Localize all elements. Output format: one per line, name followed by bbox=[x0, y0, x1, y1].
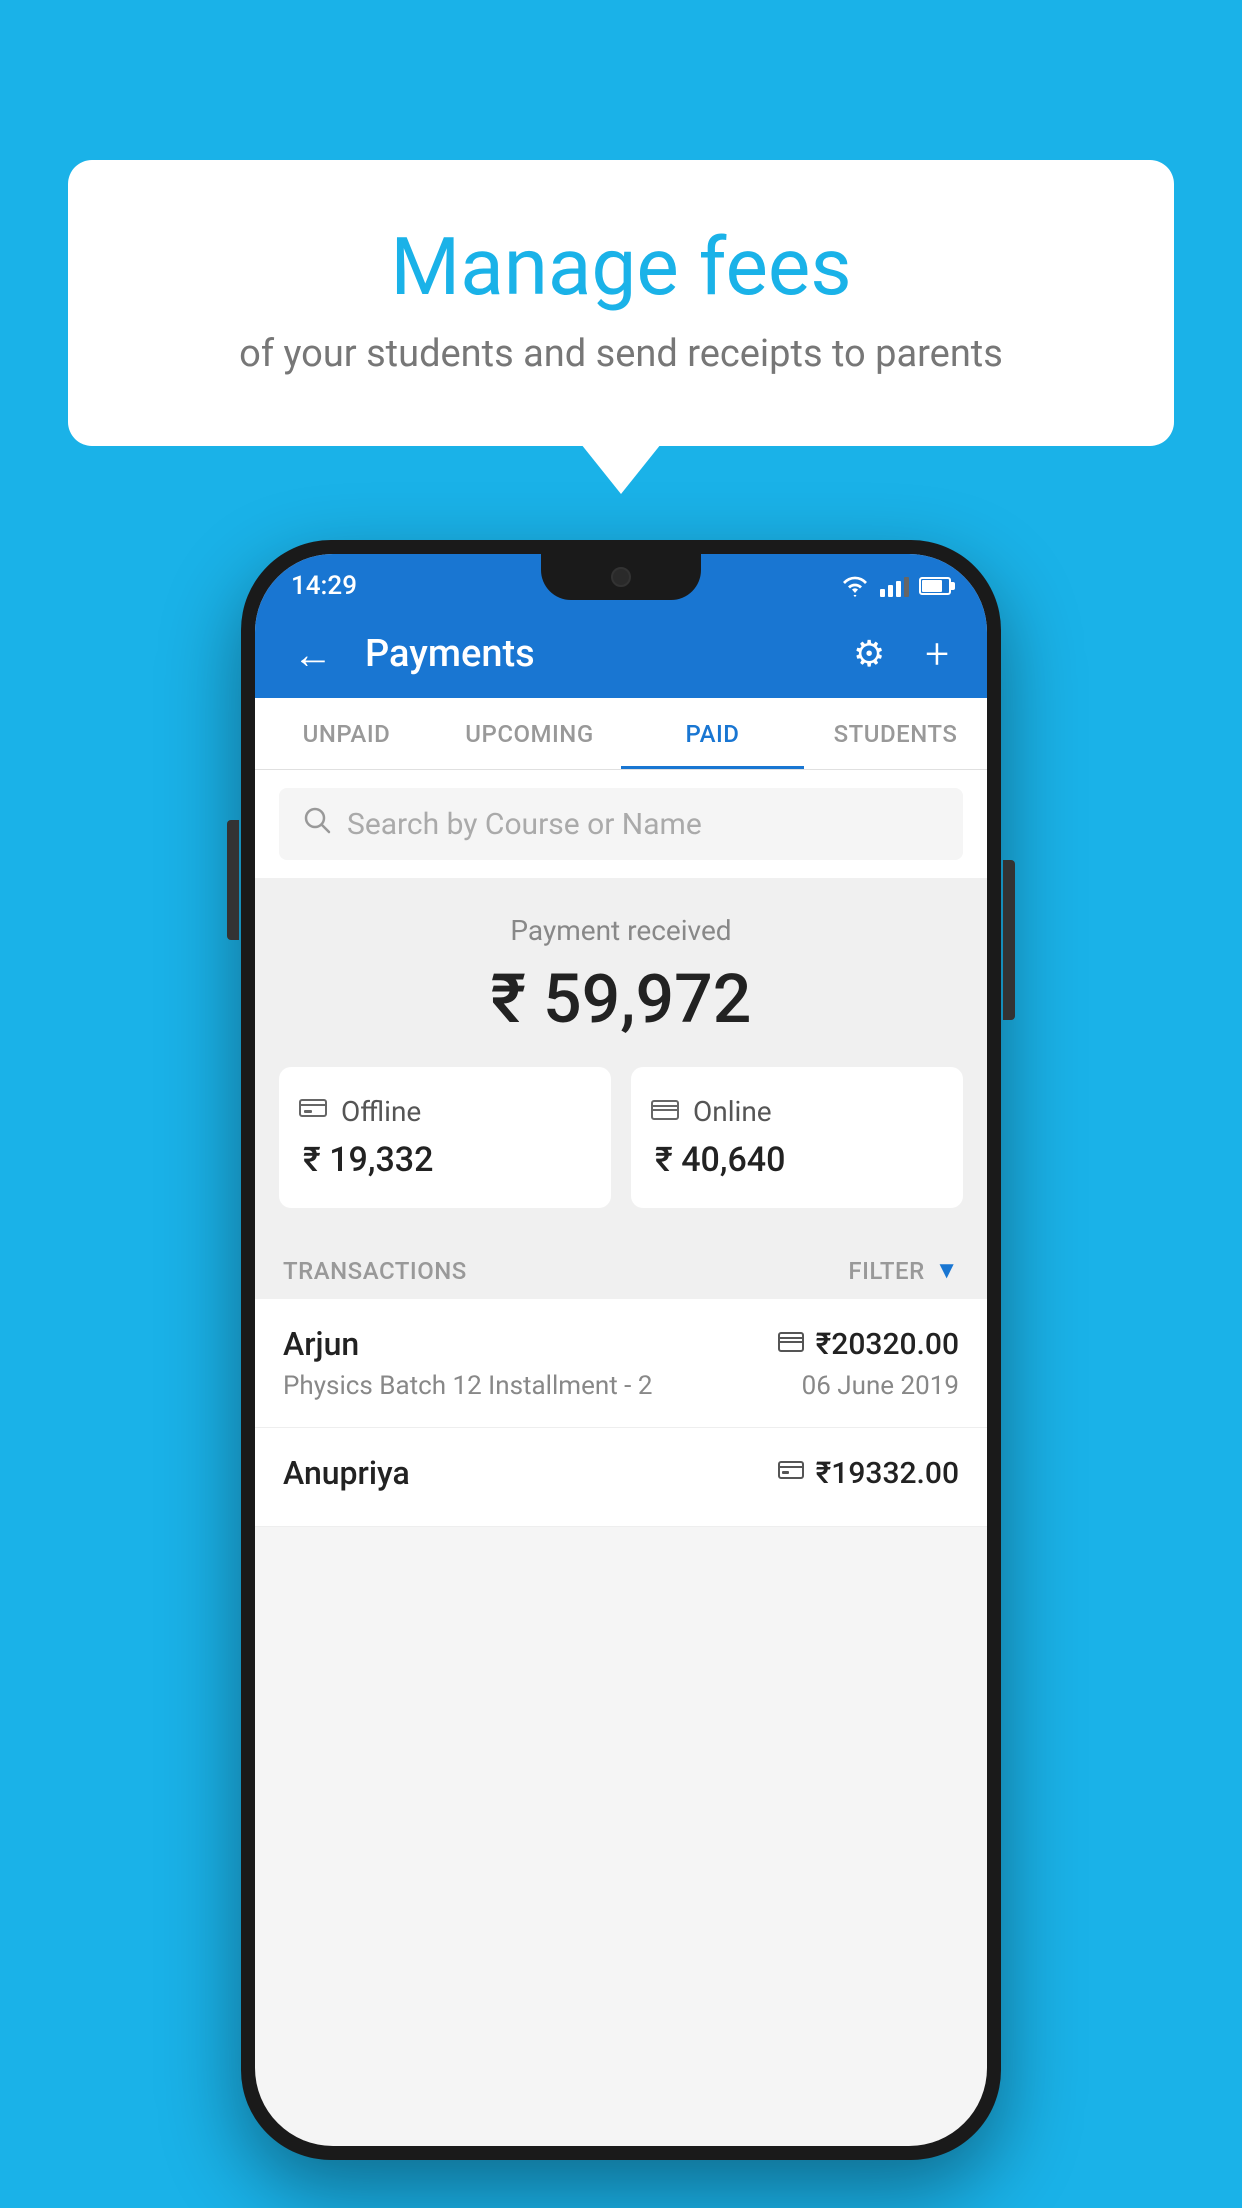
transaction-amount: ₹20320.00 bbox=[816, 1327, 959, 1362]
transaction-amount-wrap: ₹19332.00 bbox=[778, 1456, 959, 1491]
phone-outer: 14:29 bbox=[241, 540, 1001, 2160]
online-amount: ₹ 40,640 bbox=[651, 1140, 943, 1180]
transaction-course: Physics Batch 12 Installment - 2 bbox=[283, 1371, 652, 1401]
notch bbox=[541, 554, 701, 600]
filter-label: FILTER bbox=[848, 1257, 924, 1285]
transaction-row[interactable]: Anupriya ₹19332.00 bbox=[255, 1428, 987, 1527]
payment-cards: Offline ₹ 19,332 bbox=[279, 1067, 963, 1208]
search-container: Search by Course or Name bbox=[255, 770, 987, 878]
status-time: 14:29 bbox=[291, 571, 357, 601]
payment-label: Payment received bbox=[279, 914, 963, 947]
app-title: Payments bbox=[365, 632, 821, 676]
speech-bubble-container: Manage fees of your students and send re… bbox=[68, 160, 1174, 446]
tab-paid[interactable]: PAID bbox=[621, 698, 804, 769]
back-button[interactable]: ← bbox=[285, 623, 341, 686]
online-label: Online bbox=[693, 1095, 772, 1128]
search-icon bbox=[303, 806, 331, 842]
offline-label: Offline bbox=[341, 1095, 421, 1128]
online-icon bbox=[651, 1097, 679, 1127]
transaction-row[interactable]: Arjun ₹20320.00 Physics Batch 1 bbox=[255, 1299, 987, 1428]
offline-icon bbox=[299, 1096, 327, 1127]
speech-bubble: Manage fees of your students and send re… bbox=[68, 160, 1174, 446]
signal-icon bbox=[880, 575, 909, 597]
bubble-subtitle: of your students and send receipts to pa… bbox=[148, 332, 1094, 376]
transaction-name: Arjun bbox=[283, 1325, 359, 1363]
phone-container: 14:29 bbox=[241, 540, 1001, 2160]
tab-unpaid[interactable]: UNPAID bbox=[255, 698, 438, 769]
settings-button[interactable]: ⚙ bbox=[845, 625, 893, 683]
tabs-bar: UNPAID UPCOMING PAID STUDENTS bbox=[255, 698, 987, 770]
transactions-header: TRANSACTIONS FILTER ▼ bbox=[255, 1236, 987, 1299]
online-card: Online ₹ 40,640 bbox=[631, 1067, 963, 1208]
bubble-title: Manage fees bbox=[148, 220, 1094, 314]
offline-payment-icon bbox=[778, 1458, 804, 1488]
add-button[interactable]: + bbox=[917, 622, 957, 687]
offline-amount: ₹ 19,332 bbox=[299, 1140, 591, 1180]
phone-screen: 14:29 bbox=[255, 554, 987, 2146]
search-box[interactable]: Search by Course or Name bbox=[279, 788, 963, 860]
transaction-date: 06 June 2019 bbox=[802, 1371, 959, 1401]
transaction-amount-wrap: ₹20320.00 bbox=[778, 1327, 959, 1362]
filter-icon: ▼ bbox=[935, 1256, 959, 1285]
battery-icon bbox=[919, 577, 951, 595]
transactions-label: TRANSACTIONS bbox=[283, 1257, 467, 1285]
filter-button[interactable]: FILTER ▼ bbox=[848, 1256, 959, 1285]
tab-students[interactable]: STUDENTS bbox=[804, 698, 987, 769]
camera bbox=[611, 567, 631, 587]
card-payment-icon bbox=[778, 1329, 804, 1359]
payment-total: ₹ 59,972 bbox=[279, 959, 963, 1039]
app-bar: ← Payments ⚙ + bbox=[255, 610, 987, 698]
search-placeholder: Search by Course or Name bbox=[347, 807, 702, 842]
offline-card: Offline ₹ 19,332 bbox=[279, 1067, 611, 1208]
transaction-name: Anupriya bbox=[283, 1454, 410, 1492]
tab-upcoming[interactable]: UPCOMING bbox=[438, 698, 621, 769]
payment-summary: Payment received ₹ 59,972 bbox=[255, 878, 987, 1236]
transaction-amount: ₹19332.00 bbox=[816, 1456, 959, 1491]
status-icons bbox=[840, 575, 951, 597]
wifi-icon bbox=[840, 575, 870, 597]
